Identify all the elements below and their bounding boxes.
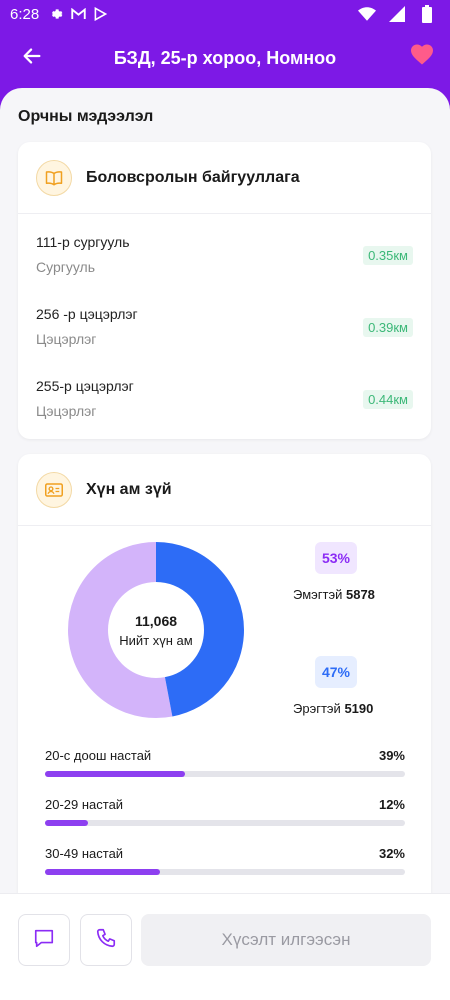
gmail-icon [69, 5, 87, 23]
distance-badge: 0.35км [363, 246, 413, 265]
list-item[interactable]: 256 -р цэцэрлэг Цэцэрлэг 0.39км [36, 286, 413, 358]
age-group-label: 30-49 настай [45, 846, 124, 861]
status-time: 6:28 [10, 5, 40, 23]
female-count: 5878 [345, 587, 375, 602]
age-group-row: 30-49 настай 32% [45, 846, 405, 875]
bottom-action-bar: Хүсэлт илгээсэн [0, 893, 450, 1000]
content-sheet[interactable]: Орчны мэдээлэл Боловсролын байгууллага 1… [0, 88, 450, 1000]
demographics-card-header: Хүн ам зүй [18, 454, 431, 526]
chat-button[interactable] [18, 914, 70, 966]
play-store-icon [91, 5, 109, 23]
arrow-left-icon [21, 45, 43, 72]
total-population-label: Нийт хүн ам [119, 632, 193, 648]
heart-icon [410, 43, 434, 70]
education-card-header: Боловсролын байгууллага [18, 142, 431, 214]
male-label: Эрэгтэй [293, 701, 341, 716]
list-item[interactable]: 111-р сургууль Сургууль 0.35км [36, 214, 413, 286]
age-group-label: 20-с доош настай [45, 748, 152, 763]
age-group-percent: 39% [378, 748, 405, 763]
education-card: Боловсролын байгууллага 111-р сургууль С… [18, 142, 431, 439]
education-type: Цэцэрлэг [36, 403, 97, 419]
distance-badge: 0.39км [363, 318, 413, 337]
section-title: Орчны мэдээлэл [18, 108, 154, 125]
age-progress-fill [45, 869, 161, 875]
app-header: БЗД, 25-р хороо, Номноо [0, 28, 450, 88]
total-population: 11,068 [134, 612, 178, 629]
back-button[interactable] [18, 44, 46, 72]
female-label: Эмэгтэй [293, 587, 343, 602]
male-count: 5190 [344, 701, 374, 716]
education-type: Цэцэрлэг [36, 331, 97, 347]
age-group-percent: 12% [378, 797, 405, 812]
female-count-line: Эмэгтэй 5878 [293, 587, 375, 602]
male-count-line: Эрэгтэй 5190 [293, 701, 373, 716]
age-progress-track [45, 771, 405, 777]
battery-icon [418, 5, 436, 23]
page-title: БЗД, 25-р хороо, Номноо [113, 47, 337, 68]
education-name: 256 -р цэцэрлэг [36, 306, 138, 322]
book-icon [36, 159, 72, 196]
demographics-title: Хүн ам зүй [86, 480, 172, 498]
education-list: 111-р сургууль Сургууль 0.35км 256 -р цэ… [18, 214, 431, 430]
education-name: 255-р цэцэрлэг [36, 378, 134, 394]
female-percent-badge: 53% [315, 542, 357, 574]
call-button[interactable] [80, 914, 132, 966]
education-title: Боловсролын байгууллага [86, 168, 300, 186]
age-group-row: 20-29 настай 12% [45, 797, 405, 826]
donut-center: 11,068 Нийт хүн ам [68, 542, 244, 718]
age-group-row: 20-с доош настай 39% [45, 748, 405, 777]
age-progress-fill [45, 771, 186, 777]
list-item[interactable]: 255-р цэцэрлэг Цэцэрлэг 0.44км [36, 358, 413, 430]
id-card-icon [36, 471, 72, 508]
status-bar: 6:28 [0, 0, 450, 28]
age-progress-track [45, 869, 405, 875]
request-sent-button[interactable]: Хүсэлт илгээсэн [141, 914, 431, 966]
age-progress-track [45, 820, 405, 826]
signal-icon [388, 5, 406, 23]
male-percent-badge: 47% [315, 656, 357, 688]
favorite-button[interactable] [408, 42, 436, 70]
gender-donut-chart: 11,068 Нийт хүн ам [68, 542, 244, 718]
gear-icon [47, 5, 65, 23]
distance-badge: 0.44км [363, 390, 413, 409]
education-type: Сургууль [36, 259, 96, 275]
chat-icon [33, 927, 55, 954]
wifi-icon [358, 5, 376, 23]
education-name: 111-р сургууль [36, 234, 130, 250]
phone-icon [95, 927, 117, 954]
age-group-percent: 32% [378, 846, 405, 861]
age-group-label: 20-29 настай [45, 797, 124, 812]
age-progress-fill [45, 820, 89, 826]
